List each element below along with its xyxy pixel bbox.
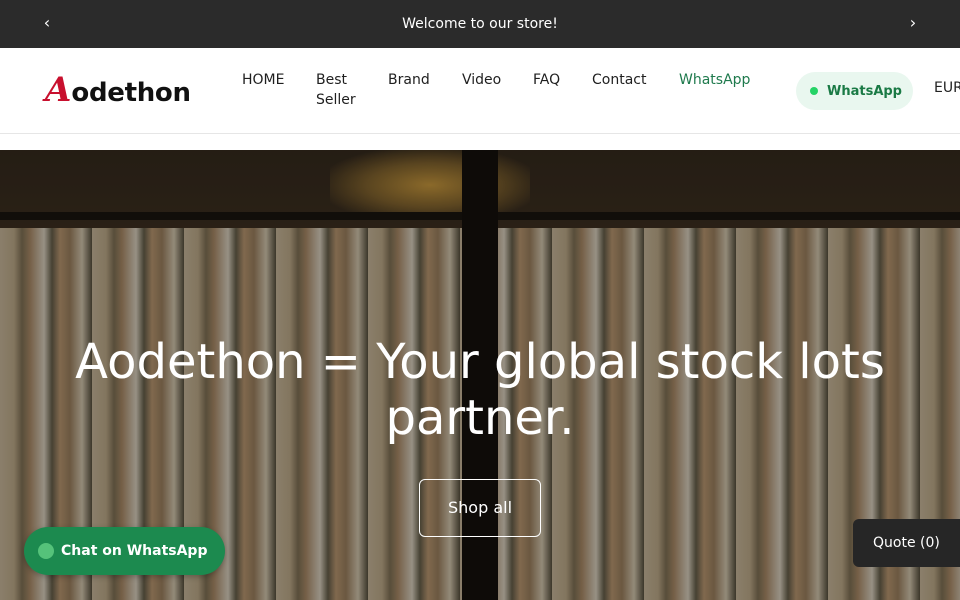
nav-brand[interactable]: Brand [388, 70, 430, 90]
logo-mark: A [45, 70, 72, 110]
nav-contact[interactable]: Contact [592, 70, 646, 90]
currency-selector[interactable]: EUR [934, 80, 960, 96]
logo-wordmark: odethon [71, 78, 191, 108]
announcement-text: Welcome to our store! [402, 16, 558, 32]
whatsapp-pill-label: WhatsApp [827, 83, 902, 99]
shop-all-button[interactable]: Shop all [419, 479, 541, 537]
chat-on-whatsapp-button[interactable]: Chat on WhatsApp [24, 527, 225, 575]
site-header: A odethon HOME Best Seller Brand Video F… [0, 48, 960, 134]
nav-home[interactable]: HOME [242, 70, 284, 90]
nav-faq[interactable]: FAQ [533, 70, 560, 90]
nav-video[interactable]: Video [462, 70, 501, 90]
site-logo[interactable]: A odethon [45, 70, 191, 110]
next-announcement-button[interactable]: › [901, 0, 925, 48]
whatsapp-icon [38, 543, 54, 559]
hero-title: Aodethon = Your global stock lots partne… [75, 334, 885, 446]
whatsapp-pill-button[interactable]: WhatsApp [796, 72, 913, 110]
nav-whatsapp[interactable]: WhatsApp [679, 70, 750, 90]
nav-best-seller[interactable]: Best Seller [316, 70, 364, 110]
quote-button[interactable]: Quote (0) [853, 519, 960, 567]
announcement-bar: ‹ Welcome to our store! › [0, 0, 960, 48]
chat-label: Chat on WhatsApp [61, 543, 208, 559]
online-status-icon [810, 87, 818, 95]
